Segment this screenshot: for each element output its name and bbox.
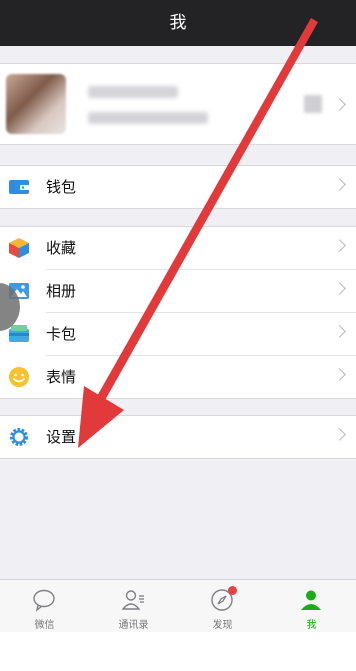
me-icon — [301, 590, 321, 610]
bottom-margin — [0, 632, 356, 671]
tab-discover[interactable]: 发现 — [178, 580, 267, 632]
tab-label: 微信 — [34, 620, 55, 631]
contacts-icon — [121, 590, 144, 610]
tab-chats[interactable]: 微信 — [0, 580, 89, 632]
annotation-arrow — [78, 18, 318, 448]
wechat-me-screen: 我 钱包 收藏 相册 卡包 表情 设置 微信 通讯录 发现 我 — [0, 0, 356, 671]
unread-dot — [228, 586, 237, 595]
chat-icon — [33, 589, 55, 612]
bottom-tab-bar: 微信 通讯录 发现 我 — [0, 579, 356, 632]
tab-me[interactable]: 我 — [267, 580, 356, 632]
tab-label: 通讯录 — [118, 620, 149, 631]
tab-label: 我 — [306, 620, 317, 631]
tab-contacts[interactable]: 通讯录 — [89, 580, 178, 632]
tab-label: 发现 — [212, 620, 233, 631]
